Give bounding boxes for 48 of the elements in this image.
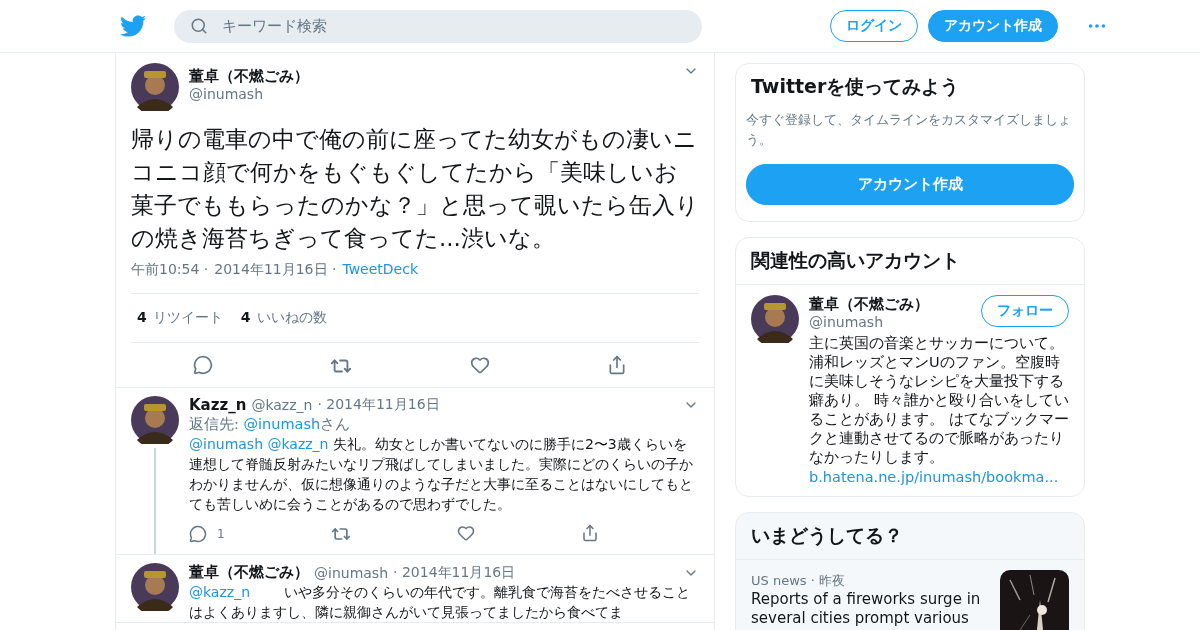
source-link[interactable]: TweetDeck — [342, 261, 419, 279]
card-title: いまどうしてる？ — [750, 523, 904, 548]
avatar[interactable] — [131, 396, 179, 444]
reply-date: · 2014年11月16日 — [393, 563, 516, 582]
profile-bio: 主に英国の音楽とサッカーについて。浦和レッズとマンUのファン。空腹時に美味しそうなレシピを大量投下する癖あり。 時々誰かと殴り合いをしていることがあります。 はてなブックマークと連動させてるので脈略があったりなかったりします。 — [809, 334, 1069, 467]
mention-link[interactable]: @inumash — [189, 436, 264, 452]
stat-count[interactable]: 4 リツイート — [137, 309, 223, 327]
stat-count[interactable]: 4 いいねの数 — [240, 309, 327, 327]
tweet-time: 午前10:54 · — [131, 261, 209, 279]
card-title: Twitterを使ってみよう — [750, 74, 961, 99]
author-name[interactable]: 董卓（不燃ごみ） — [809, 295, 929, 314]
reply-icon[interactable] — [193, 355, 213, 375]
author-handle[interactable]: @kazz_n — [251, 397, 313, 413]
share-icon[interactable] — [607, 355, 627, 375]
like-icon[interactable] — [456, 524, 475, 542]
reply-text: @inumash @kazz_n 失礼。幼女としか書いてないのに勝手に2〜3歳くらいを連想して脊髄反射みたいなリプ飛ばしてしまいました。実際にどのくらいの子かわかりませんが、仮に想像通りのような子だと大事に至ることはないにしてもとても苦しいめに会うことがあるので思わずでした。 — [189, 435, 694, 514]
author-handle[interactable]: @inumash — [189, 86, 673, 102]
avatar[interactable] — [131, 563, 179, 611]
author-handle[interactable]: @inumash — [809, 314, 929, 330]
author-name[interactable]: 董卓（不燃ごみ） — [189, 563, 309, 582]
signup-button[interactable]: アカウント作成 — [928, 10, 1058, 42]
follow-button[interactable]: フォロー — [981, 295, 1069, 327]
profile-link[interactable]: b.hatena.ne.jp/inumash/bookma... — [809, 469, 1059, 485]
trend-headline[interactable]: Reports of a fireworks surge in several cities prompt various — [751, 590, 990, 628]
card-title: 関連性の高いアカウント — [750, 248, 961, 273]
mention-link[interactable]: @inumash — [243, 416, 321, 432]
reply-to-suffix: さん — [320, 416, 351, 432]
author-name[interactable]: Kazz_n — [189, 396, 247, 414]
login-button[interactable]: ログイン — [830, 10, 918, 42]
avatar[interactable] — [131, 63, 179, 111]
reply-button[interactable]: 1 — [189, 524, 225, 544]
reply-to-label: 返信先: — [189, 416, 240, 432]
search-icon — [190, 17, 208, 35]
tweet-text: 帰りの電車の中で俺の前に座ってた幼女がもの凄いニコニコ顔で何かをもぐもぐしてたから「美味しいお菓子でももらったのかな？」と思って覗いたら缶入りの焼き海苔ちぎって食ってた...渋いな。 — [131, 125, 699, 253]
twitter-logo-icon[interactable] — [120, 13, 146, 39]
reply-date: · 2014年11月16日 — [317, 396, 440, 414]
signup-button[interactable]: アカウント作成 — [746, 164, 1074, 205]
mention-link[interactable]: @kazz_n — [189, 584, 250, 600]
mention-link[interactable]: @kazz_n — [267, 436, 329, 452]
trend-meta: US news · 昨夜 — [751, 573, 845, 588]
reply-text: @kazz_n いや多分そのくらいの年代です。離乳食で海苔をたべさせることはよくありますし、隣に親御さんがいて見張ってましたから食べてま — [189, 583, 692, 622]
like-icon[interactable] — [469, 355, 490, 375]
author-handle[interactable]: @inumash — [314, 564, 389, 581]
avatar[interactable] — [751, 295, 799, 343]
share-icon[interactable] — [580, 524, 599, 542]
author-name[interactable]: 董卓（不燃ごみ） — [189, 67, 673, 86]
tweet-date: 2014年11月16日 · — [214, 261, 337, 279]
signup-text: 今すぐ登録して、タイムラインをカスタマイズしましょう。 — [746, 111, 1072, 149]
